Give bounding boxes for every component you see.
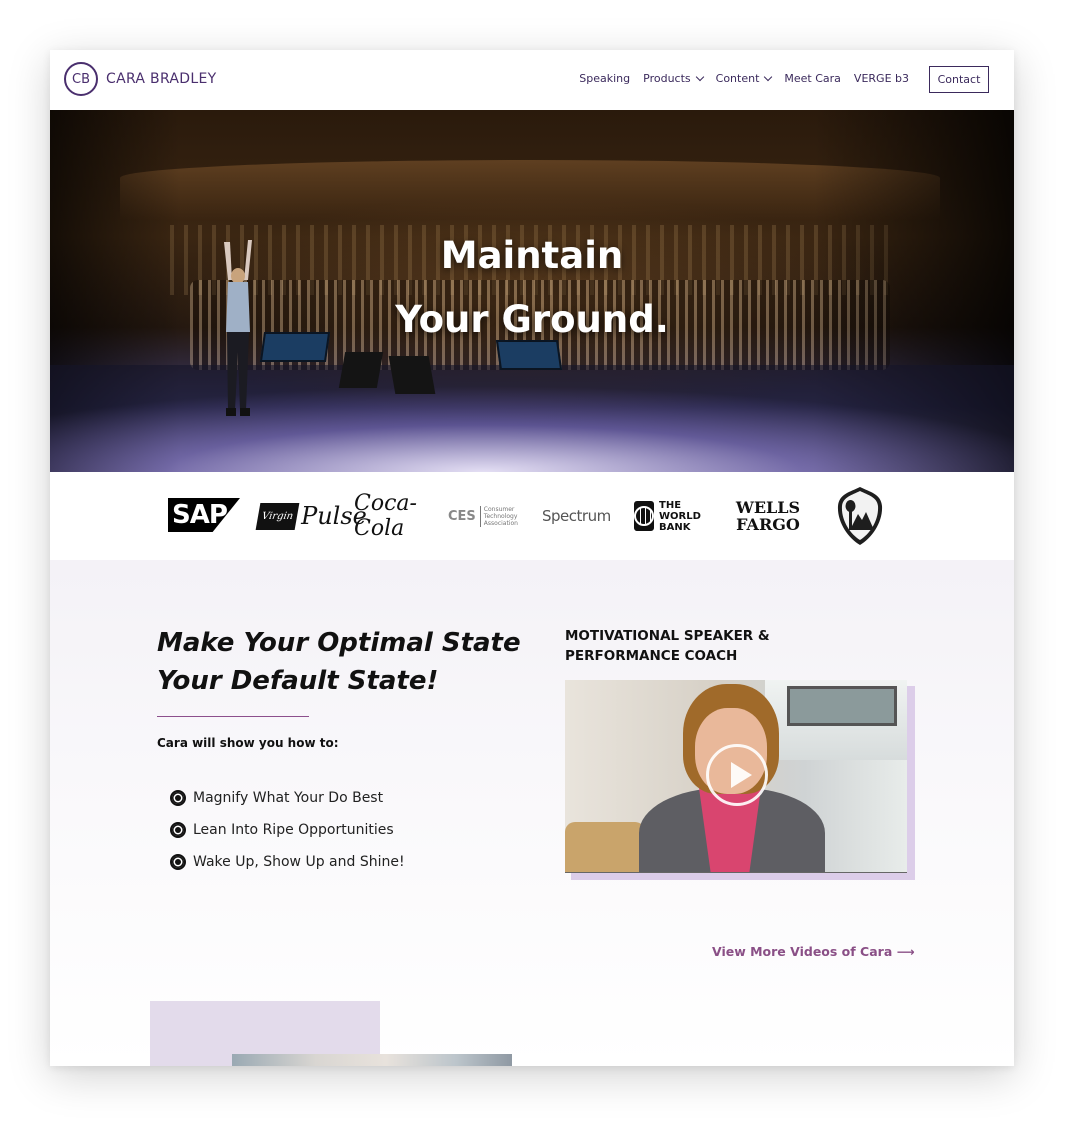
video-chair	[565, 822, 645, 872]
benefit-list: Magnify What Your Do Best Lean Into Ripe…	[170, 782, 405, 878]
target-icon	[170, 854, 186, 870]
list-item: Wake Up, Show Up and Shine!	[170, 846, 405, 878]
logo-text: CARA BRADLEY	[106, 71, 217, 87]
intro-headline: Make Your Optimal State Your Default Sta…	[157, 628, 521, 696]
logo-mark: CB	[64, 62, 98, 96]
client-logos: SAP Virgin Pulse Coca-Cola CES Consumer Te…	[50, 472, 1014, 560]
sap-logo: SAP	[168, 498, 240, 532]
list-item: Magnify What Your Do Best	[170, 782, 405, 814]
list-item-text: Lean Into Ripe Opportunities	[193, 822, 394, 838]
stage-speaker	[388, 356, 436, 394]
stage-speaker	[338, 352, 384, 388]
nav-content-label: Content	[715, 72, 760, 85]
ces-wordmark: CES	[448, 508, 476, 524]
site-logo[interactable]: CB CARA BRADLEY	[64, 62, 216, 96]
hero-banner: Maintain Your Ground.	[50, 110, 1014, 472]
view-more-videos-link[interactable]: View More Videos of Cara ⟶	[712, 944, 915, 959]
coca-cola-logo: Coca-Cola	[354, 491, 417, 541]
play-icon[interactable]	[706, 744, 768, 806]
globe-icon	[634, 501, 654, 531]
ces-subtitle: Consumer Technology Association	[479, 505, 524, 527]
target-icon	[170, 790, 186, 806]
ces-logo: CES Consumer Technology Association	[448, 498, 524, 534]
nav-products-label: Products	[643, 72, 691, 85]
nav-verge-b3-label: VERGE b3	[853, 72, 909, 85]
intro-section: Make Your Optimal State Your Default Sta…	[50, 560, 1014, 1066]
nav-products[interactable]: Products	[643, 72, 704, 85]
nav-meet-cara[interactable]: Meet Cara	[784, 72, 841, 85]
page-frame: CB CARA BRADLEY Speaking Products Conten…	[50, 50, 1014, 1066]
virgin-mark-icon: Virgin	[255, 502, 300, 530]
nav-content[interactable]: Content	[715, 72, 773, 85]
nav-verge-b3[interactable]: VERGE b3	[854, 72, 909, 85]
nav-meet-cara-label: Meet Cara	[784, 72, 841, 85]
nav-speaking-label: Speaking	[579, 72, 631, 85]
main-nav: Speaking Products Content Meet Cara VERG…	[579, 72, 909, 85]
site-header: CB CARA BRADLEY Speaking Products Conten…	[50, 50, 1014, 110]
list-item-text: Wake Up, Show Up and Shine!	[193, 854, 405, 870]
virgin-pulse-logo: Virgin Pulse	[255, 498, 367, 534]
list-item-text: Magnify What Your Do Best	[193, 790, 384, 806]
world-bank-wordmark: THE WORLD BANK	[659, 499, 701, 533]
video-background-picture	[787, 686, 897, 726]
list-item: Lean Into Ripe Opportunities	[170, 814, 405, 846]
video-player[interactable]	[565, 680, 907, 873]
headline-divider	[157, 716, 309, 717]
target-icon	[170, 822, 186, 838]
stage-monitor	[495, 340, 563, 370]
chevron-down-icon	[764, 72, 773, 82]
world-bank-logo: THE WORLD BANK	[634, 498, 714, 534]
chevron-down-icon	[695, 72, 704, 82]
hero-title-line-2: Your Ground.	[395, 298, 669, 341]
wells-fargo-logo: WELLS FARGO	[735, 498, 801, 534]
nps-arrowhead-logo	[837, 487, 883, 545]
hero-stage	[50, 365, 1014, 472]
contact-button[interactable]: Contact	[929, 66, 989, 93]
nav-speaking[interactable]: Speaking	[579, 72, 630, 85]
hero-title-line-1: Maintain	[440, 234, 624, 277]
video-title: MOTIVATIONAL SPEAKER & PERFORMANCE COACH	[565, 628, 770, 664]
spectrum-logo: Spectrum	[542, 507, 611, 525]
intro-lead: Cara will show you how to:	[157, 736, 339, 750]
